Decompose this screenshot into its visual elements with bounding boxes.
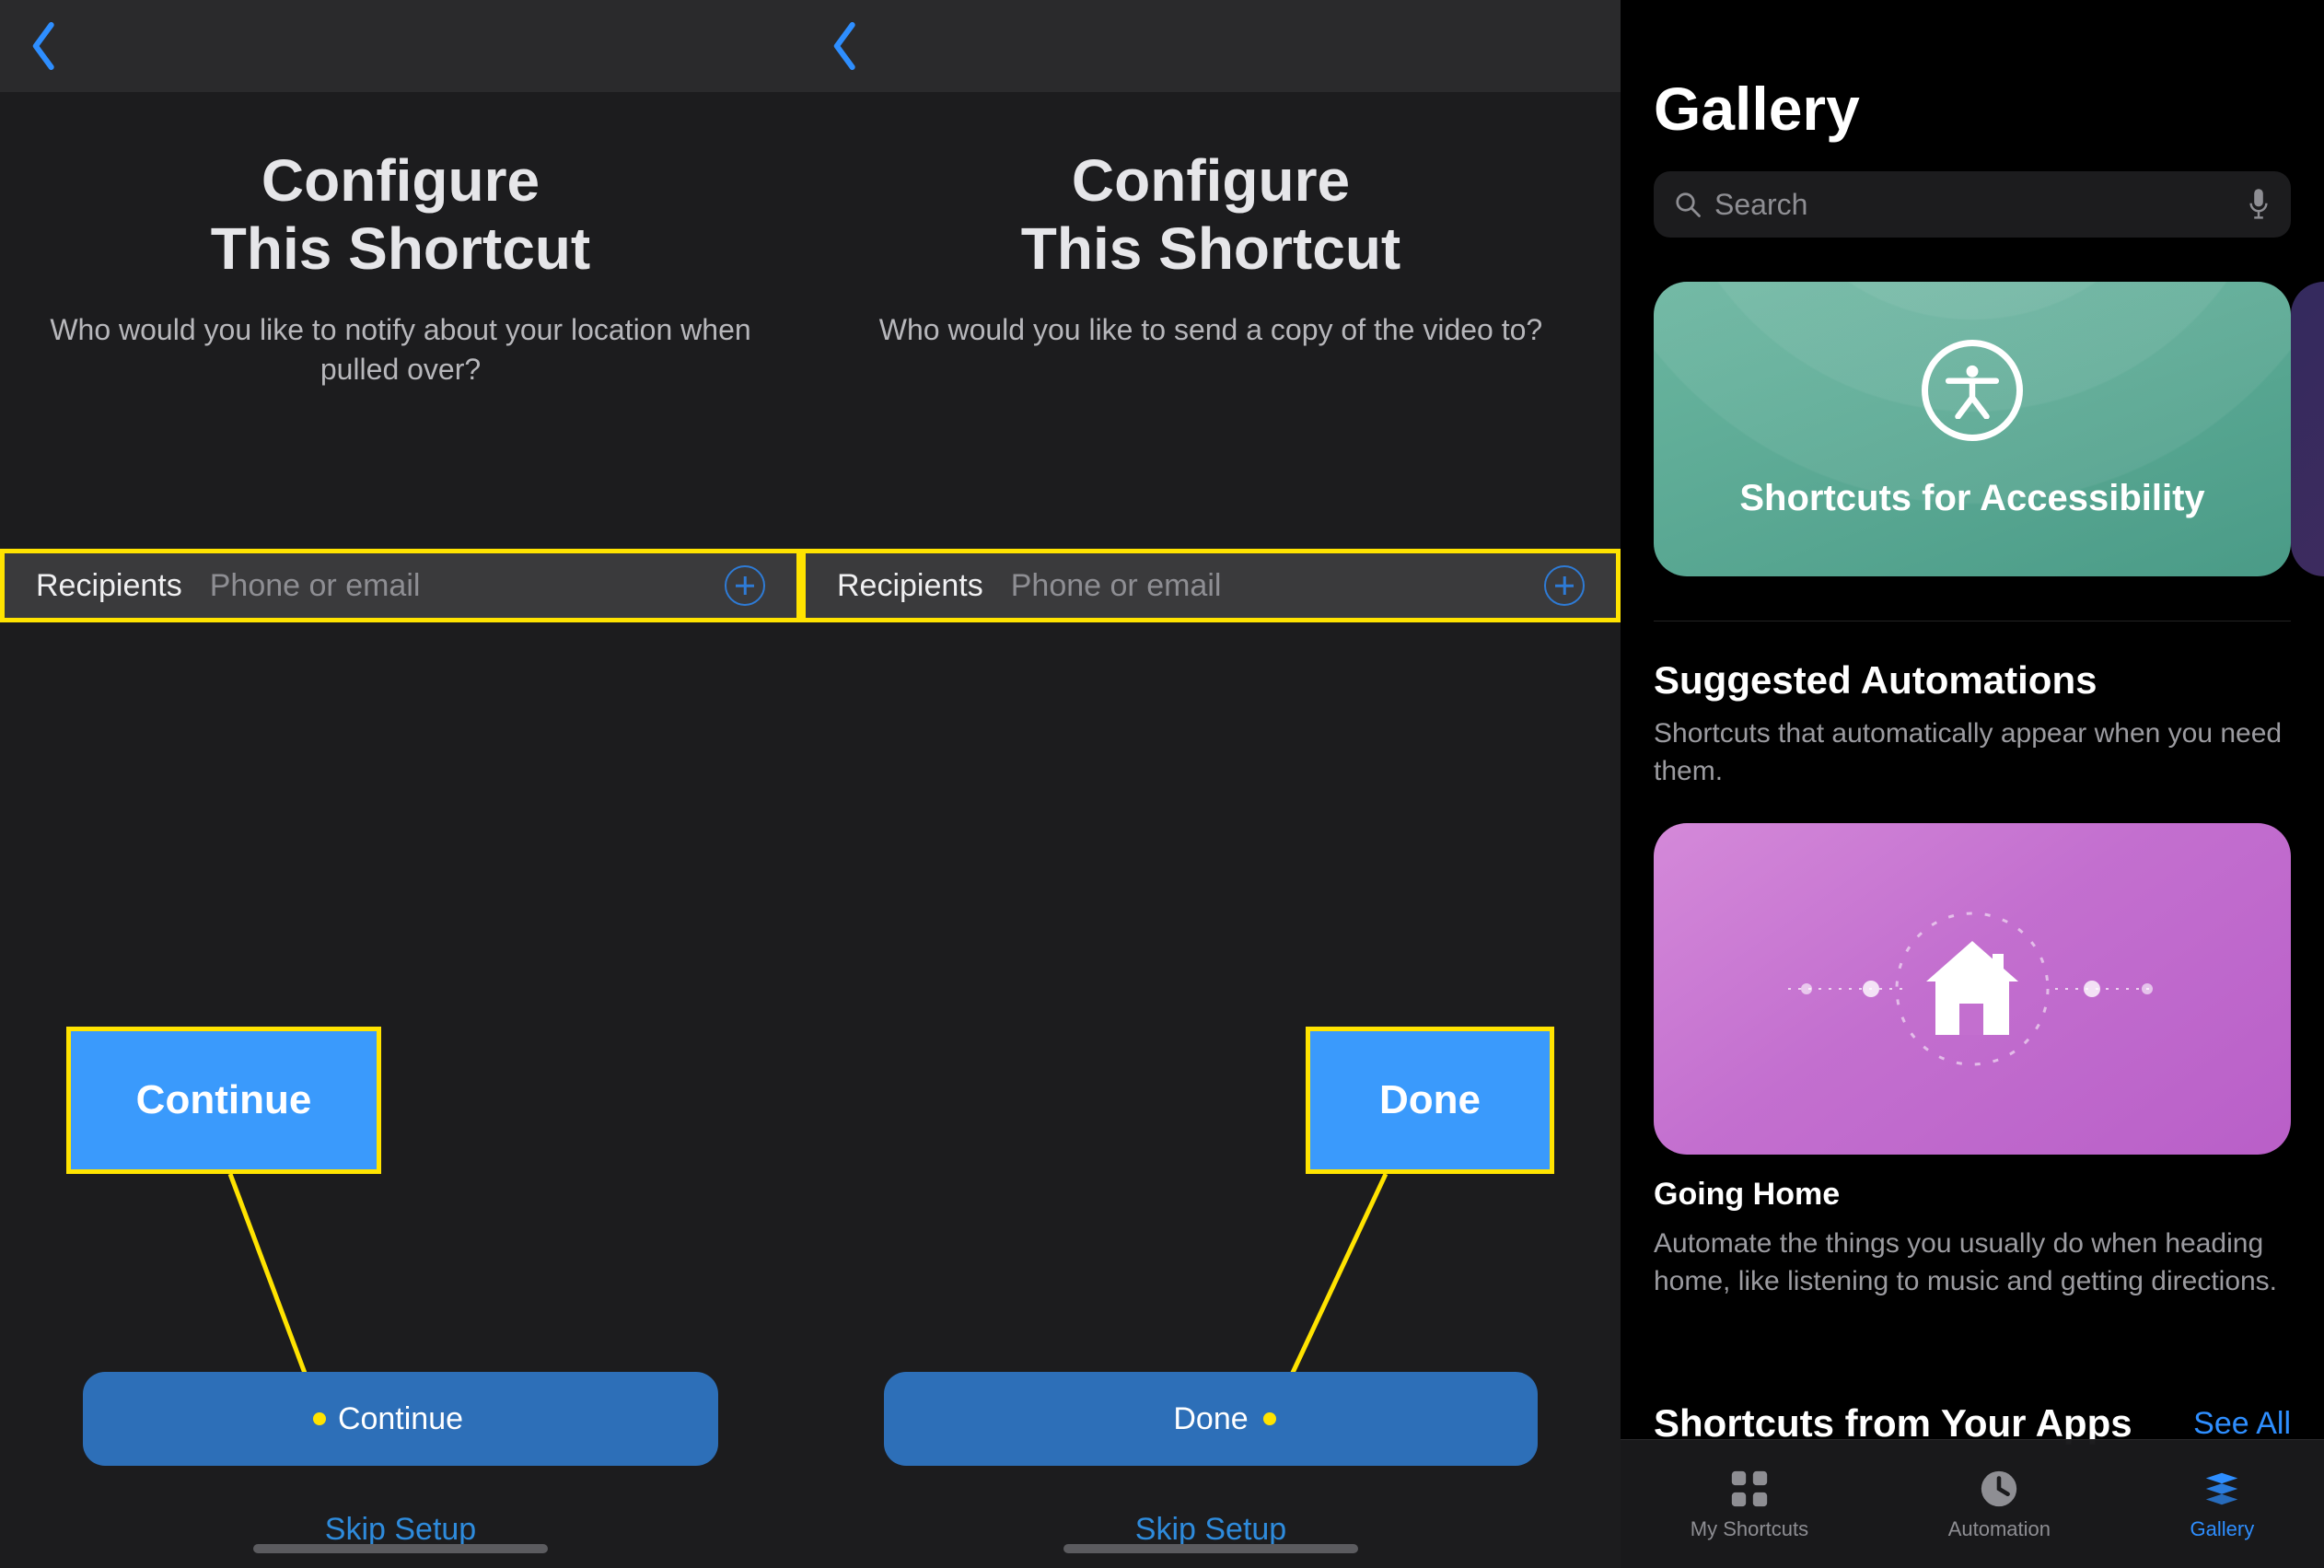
skip-setup-link[interactable]: Skip Setup	[801, 1512, 1621, 1548]
skip-setup-link[interactable]: Skip Setup	[0, 1512, 801, 1548]
search-bar[interactable]: Search	[1654, 171, 2291, 238]
grid-icon	[1728, 1468, 1771, 1510]
see-all-link[interactable]: See All	[2193, 1406, 2291, 1442]
search-icon	[1674, 191, 1702, 218]
going-home-title: Going Home	[1654, 1177, 2291, 1213]
done-callout-button[interactable]: Done	[1306, 1027, 1554, 1174]
add-recipient-icon[interactable]	[1544, 565, 1585, 606]
continue-callout-label: Continue	[136, 1077, 312, 1123]
recipients-row[interactable]: Recipients	[801, 549, 1621, 622]
annotation-dot	[313, 1412, 326, 1425]
microphone-icon[interactable]	[2247, 188, 2271, 221]
page-subtitle: Who would you like to notify about your …	[37, 310, 764, 389]
going-home-desc: Automate the things you usually do when …	[1654, 1225, 2291, 1300]
recipients-input[interactable]	[210, 568, 725, 604]
search-placeholder: Search	[1714, 188, 2247, 222]
title-line-2: This Shortcut	[211, 215, 590, 282]
recipients-label: Recipients	[837, 568, 983, 604]
topbar	[801, 0, 1621, 92]
gallery-title: Gallery	[1654, 28, 2291, 144]
tab-automation[interactable]: Automation	[1948, 1468, 2051, 1541]
recipients-row[interactable]: Recipients	[0, 549, 801, 622]
done-button[interactable]: Done	[884, 1372, 1538, 1466]
page-title: Configure This Shortcut	[838, 147, 1584, 283]
tab-label: My Shortcuts	[1691, 1517, 1808, 1541]
accessibility-card-label: Shortcuts for Accessibility	[1739, 478, 2204, 519]
suggested-automations-subtitle: Shortcuts that automatically appear when…	[1654, 715, 2291, 790]
topbar	[0, 0, 801, 92]
configure-shortcut-panel-1: Configure This Shortcut Who would you li…	[0, 0, 801, 1568]
done-button-label: Done	[1173, 1401, 1248, 1437]
home-indicator	[253, 1544, 548, 1553]
page-title: Configure This Shortcut	[37, 147, 764, 283]
tab-bar: My Shortcuts Automation Gallery	[1621, 1439, 2324, 1568]
page-subtitle: Who would you like to send a copy of the…	[838, 310, 1584, 350]
title-line-1: Configure	[261, 147, 540, 214]
featured-card-peek[interactable]	[2291, 282, 2324, 576]
featured-cards-scroll[interactable]: Shortcuts for Accessibility	[1654, 282, 2291, 576]
continue-button[interactable]: Continue	[83, 1372, 718, 1466]
tab-label: Automation	[1948, 1517, 2051, 1541]
recipients-label: Recipients	[36, 568, 182, 604]
tab-my-shortcuts[interactable]: My Shortcuts	[1691, 1468, 1808, 1541]
home-indicator	[1063, 1544, 1358, 1553]
configure-shortcut-panel-2: Configure This Shortcut Who would you li…	[801, 0, 1621, 1568]
accessibility-icon	[1922, 340, 2023, 441]
gallery-panel: Gallery Search Shortcuts for Accessibili…	[1621, 0, 2324, 1568]
annotation-dot	[1263, 1412, 1276, 1425]
continue-callout-button[interactable]: Continue	[66, 1027, 381, 1174]
done-callout-label: Done	[1379, 1077, 1481, 1123]
recipients-input[interactable]	[1011, 568, 1544, 604]
tab-gallery[interactable]: Gallery	[2190, 1468, 2255, 1541]
title-line-1: Configure	[1072, 147, 1350, 214]
title-line-2: This Shortcut	[1021, 215, 1400, 282]
automation-icon	[1978, 1468, 2020, 1510]
accessibility-card[interactable]: Shortcuts for Accessibility	[1654, 282, 2291, 576]
add-recipient-icon[interactable]	[725, 565, 765, 606]
continue-button-label: Continue	[338, 1401, 463, 1437]
gallery-icon	[2201, 1468, 2243, 1510]
home-card-graphic	[1779, 869, 2166, 1109]
tab-label: Gallery	[2190, 1517, 2255, 1541]
going-home-card[interactable]	[1654, 823, 2291, 1155]
suggested-automations-heading: Suggested Automations	[1654, 658, 2291, 703]
back-icon[interactable]	[28, 22, 61, 70]
back-icon[interactable]	[829, 22, 862, 70]
